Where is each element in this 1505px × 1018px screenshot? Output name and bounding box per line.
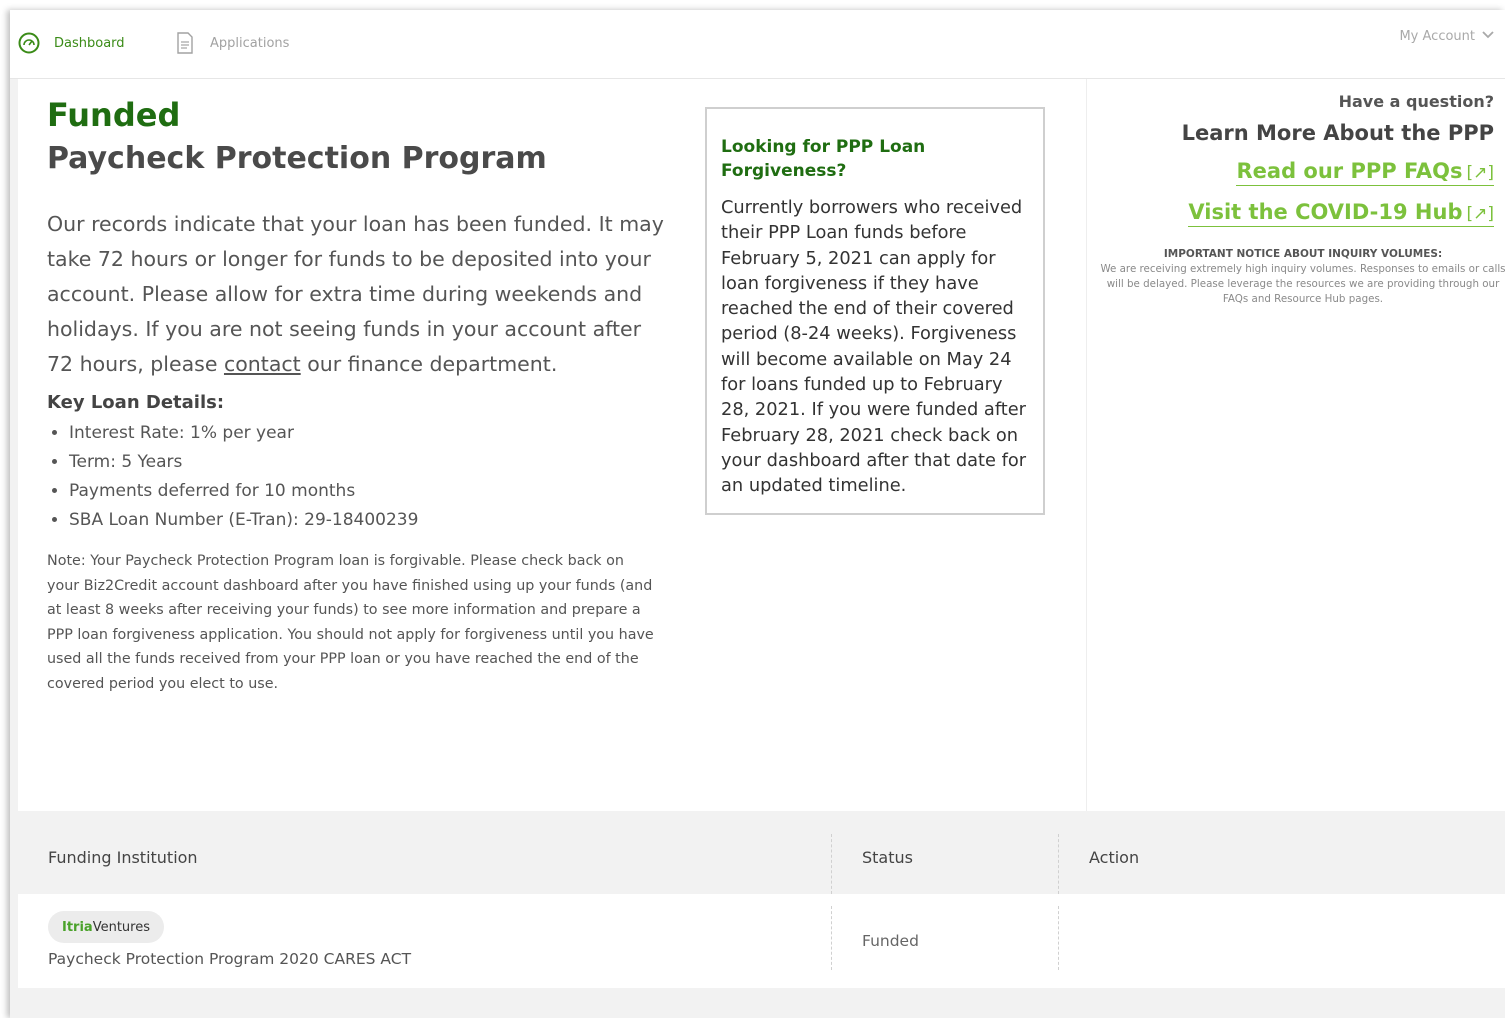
chevron-down-icon [1481, 29, 1495, 44]
row-divider [831, 906, 832, 970]
status-title: Funded [47, 96, 181, 134]
header-divider [1058, 834, 1059, 894]
nav-dashboard[interactable]: Dashboard [18, 32, 125, 54]
funding-status-card: Funded Paycheck Protection Program Our r… [18, 79, 1505, 811]
table-row: Itria Ventures Paycheck Protection Progra… [18, 894, 1505, 988]
column-divider [1086, 79, 1087, 811]
header-divider [831, 834, 832, 894]
ppp-faq-link[interactable]: Read our PPP FAQs [↗] [1236, 159, 1494, 186]
nav-dashboard-label: Dashboard [54, 35, 125, 51]
document-icon [174, 32, 196, 54]
funding-message-end: our finance department. [300, 352, 558, 376]
row-divider [1058, 906, 1059, 970]
status-column: Funded Paycheck Protection Program Our r… [47, 97, 667, 696]
ppp-faq-label: Read our PPP FAQs [1236, 159, 1463, 183]
covid-hub-link[interactable]: Visit the COVID-19 Hub [↗] [1188, 200, 1494, 227]
key-detail-interest: Interest Rate: 1% per year [69, 419, 667, 448]
help-sidebar: Have a question? Learn More About the PP… [1098, 91, 1505, 307]
my-account-label: My Account [1399, 29, 1475, 44]
key-detail-term: Term: 5 Years [69, 448, 667, 477]
header-action: Action [1089, 848, 1140, 867]
external-link-icon: [↗] [1466, 204, 1494, 224]
app-window: Dashboard Applications My Account Funded [10, 10, 1505, 1018]
inquiry-notice-title: IMPORTANT NOTICE ABOUT INQUIRY VOLUMES: [1163, 248, 1443, 260]
header-status: Status [862, 848, 913, 867]
funding-message: Our records indicate that your loan has … [47, 207, 667, 382]
program-name-cell: Paycheck Protection Program 2020 CARES A… [48, 950, 412, 968]
funding-table-header: Funding Institution Status Action [18, 822, 1505, 894]
header-funding-institution: Funding Institution [48, 848, 198, 867]
forgiveness-box-body: Currently borrowers who received their P… [721, 197, 1027, 497]
forgiveness-box-title: Looking for PPP Loan Forgiveness? [721, 137, 926, 181]
key-detail-sba-number: SBA Loan Number (E-Tran): 29-18400239 [69, 506, 667, 535]
key-details-title: Key Loan Details: [47, 392, 225, 413]
nav-applications[interactable]: Applications [174, 32, 289, 54]
lender-logo-suffix: Ventures [92, 919, 150, 935]
gauge-icon [18, 32, 40, 54]
program-title: Paycheck Protection Program [47, 141, 547, 176]
covid-hub-label: Visit the COVID-19 Hub [1188, 200, 1463, 224]
inquiry-notice-body: We are receiving extremely high inquiry … [1100, 263, 1505, 305]
key-details-list: Interest Rate: 1% per year Term: 5 Years… [47, 419, 667, 535]
inquiry-notice: IMPORTANT NOTICE ABOUT INQUIRY VOLUMES: … [1098, 247, 1505, 307]
lender-logo: Itria Ventures [48, 911, 164, 943]
lender-logo-brand: Itria [62, 919, 93, 935]
learn-more-heading: Learn More About the PPP [1181, 121, 1494, 145]
nav-applications-label: Applications [210, 35, 290, 51]
top-nav: Dashboard Applications My Account [10, 10, 1505, 79]
external-link-icon: [↗] [1466, 163, 1494, 183]
status-cell: Funded [862, 932, 919, 950]
contact-link[interactable]: contact [224, 352, 301, 376]
question-heading: Have a question? [1338, 92, 1494, 111]
forgiveness-info-box: Looking for PPP Loan Forgiveness? Curren… [705, 107, 1045, 515]
my-account-menu[interactable]: My Account [1399, 29, 1495, 44]
key-detail-deferral: Payments deferred for 10 months [69, 477, 667, 506]
forgiveness-note: Note: Your Paycheck Protection Program l… [47, 553, 654, 692]
